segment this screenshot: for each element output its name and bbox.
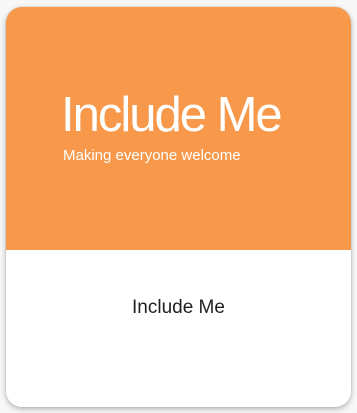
card-title: Include Me bbox=[132, 297, 225, 318]
card-body: Include Me bbox=[6, 250, 351, 407]
include-me-card[interactable]: Include Me Making everyone welcome Inclu… bbox=[6, 7, 351, 407]
logo-title: Include Me bbox=[61, 88, 283, 142]
logo-tagline: Making everyone welcome bbox=[63, 147, 241, 164]
card-banner: Include Me Making everyone welcome bbox=[6, 7, 351, 250]
include-me-logo: Include Me Making everyone welcome bbox=[6, 7, 351, 250]
